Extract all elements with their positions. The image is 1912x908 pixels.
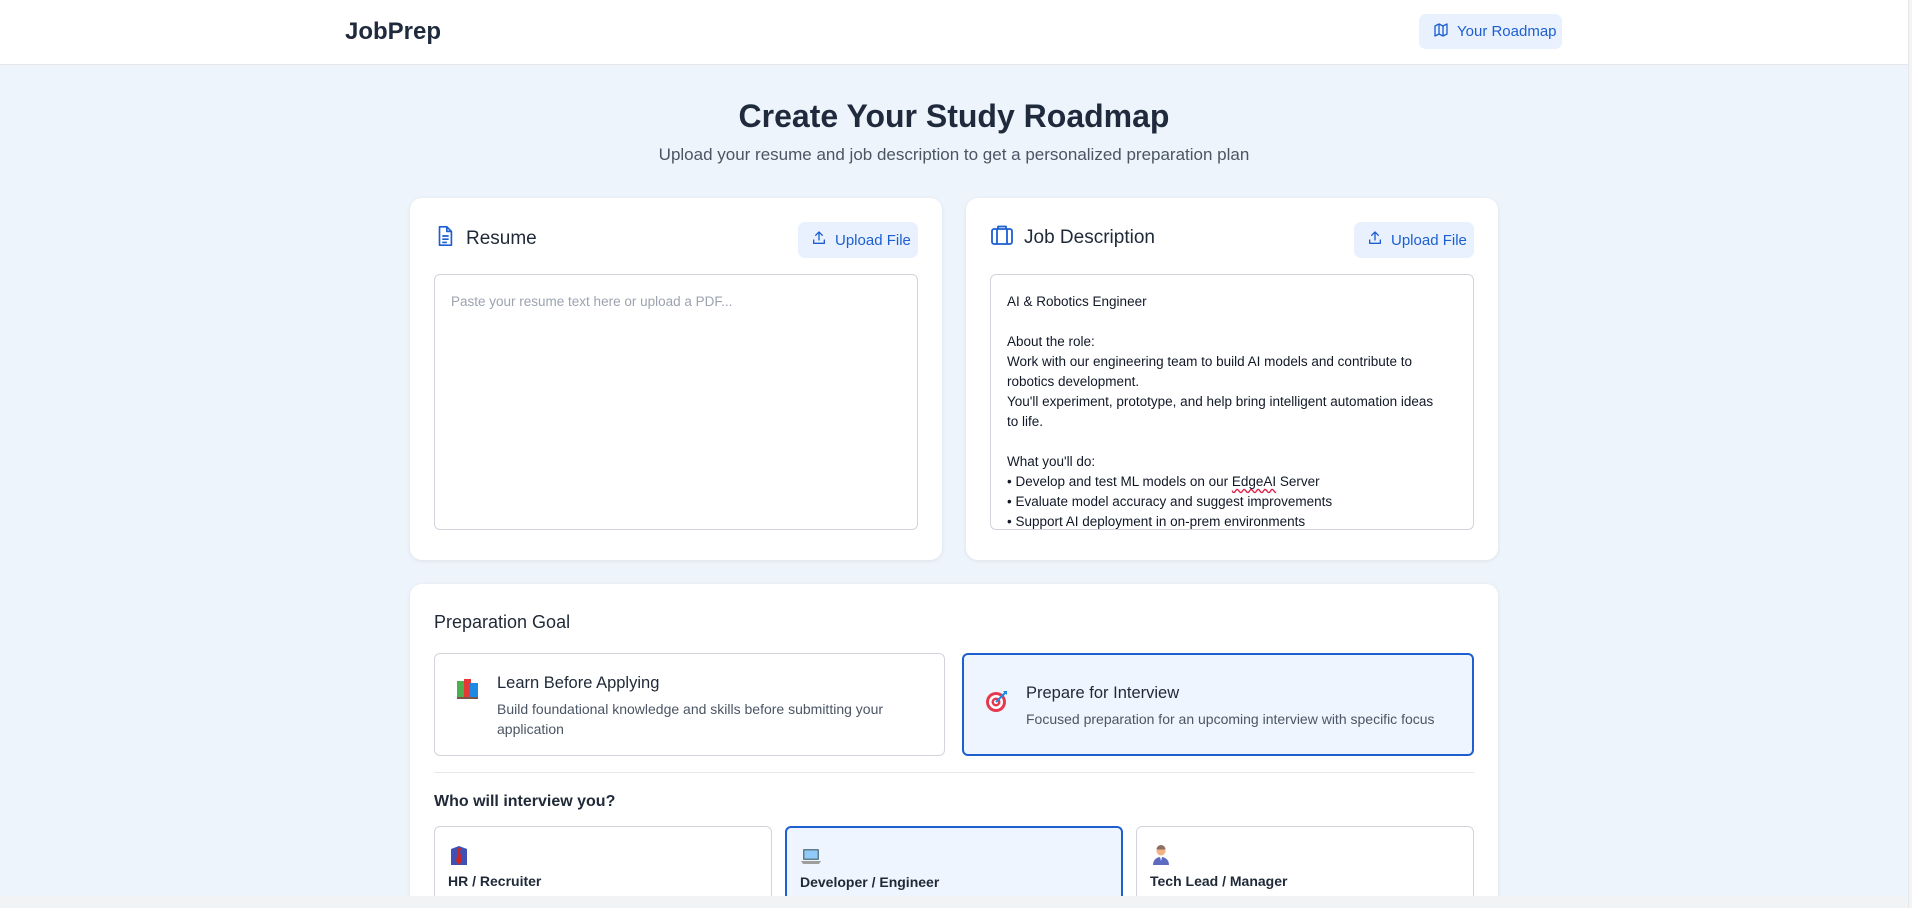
job-description-card: Job Description Upload File AI & Robotic…: [966, 198, 1498, 560]
goal-option-learn-before-applying[interactable]: Learn Before Applying Build foundational…: [434, 653, 945, 756]
resume-placeholder: Paste your resume text here or upload a …: [451, 294, 733, 309]
goal-title: Learn Before Applying: [497, 674, 660, 692]
jd-text-line: • Develop and test ML models on our Edge…: [1007, 472, 1457, 492]
goal-option-prepare-for-interview[interactable]: Prepare for Interview Focused preparatio…: [962, 653, 1474, 756]
top-navbar: JobPrep Your Roadmap: [0, 0, 1908, 65]
resume-card: Resume Upload File Paste your resume tex…: [410, 198, 942, 560]
job-description-title: Job Description: [1024, 227, 1155, 248]
jd-text-line: to life.: [1007, 414, 1044, 429]
page-subtitle: Upload your resume and job description t…: [658, 145, 1250, 164]
books-icon: [455, 676, 481, 702]
job-description-header: Job Description: [990, 224, 1155, 252]
resume-header: Resume: [434, 224, 537, 254]
page-title: Create Your Study Roadmap: [738, 98, 1170, 134]
goal-description: Build foundational knowledge and skills …: [497, 701, 884, 737]
resume-upload-button[interactable]: Upload File: [798, 222, 918, 258]
document-icon: [434, 224, 456, 254]
your-roadmap-button[interactable]: Your Roadmap: [1419, 14, 1562, 49]
interviewer-label: Developer / Engineer: [800, 874, 940, 890]
spellcheck-word: EdgeAI: [1231, 474, 1277, 489]
page-scrollbar[interactable]: [1908, 0, 1912, 908]
bottom-edge: [0, 896, 1908, 908]
target-icon: [984, 688, 1010, 714]
jd-text-line: Work with our engineering team to build …: [1007, 354, 1412, 369]
necktie-icon: [448, 844, 470, 866]
interviewer-title: Who will interview you?: [434, 793, 616, 810]
goal-description: Focused preparation for an upcoming inte…: [1026, 711, 1435, 727]
briefcase-icon: [990, 224, 1014, 252]
section-divider: [434, 772, 1474, 773]
jd-text-line: [1007, 432, 1457, 452]
interviewer-label: Tech Lead / Manager: [1150, 873, 1288, 889]
preparation-goal-title: Preparation Goal: [434, 612, 571, 632]
interviewer-option-developer-engineer[interactable]: Developer / Engineer: [785, 826, 1123, 906]
job-description-upload-button[interactable]: Upload File: [1354, 222, 1474, 258]
resume-textarea[interactable]: Paste your resume text here or upload a …: [434, 274, 918, 530]
resume-upload-label: Upload File: [835, 231, 911, 249]
jd-text-line: • Evaluate model accuracy and suggest im…: [1007, 494, 1333, 509]
upload-icon: [1367, 230, 1383, 250]
jd-text-line: AI & Robotics Engineer: [1007, 294, 1147, 309]
jd-text-line: • Support AI deployment in on-prem envir…: [1007, 514, 1306, 529]
interviewer-option-hr-recruiter[interactable]: HR / Recruiter: [434, 826, 772, 906]
jd-text-segment: • Develop and test ML models on our: [1007, 474, 1232, 489]
goal-title: Prepare for Interview: [1026, 684, 1180, 702]
jd-text-line: What you'll do:: [1007, 454, 1096, 469]
jd-text-line: You'll experiment, prototype, and help b…: [1007, 394, 1434, 409]
brand-logo[interactable]: JobPrep: [345, 18, 441, 46]
interviewer-option-tech-lead-manager[interactable]: Tech Lead / Manager: [1136, 826, 1474, 906]
your-roadmap-label: Your Roadmap: [1457, 23, 1557, 40]
jd-text-line: About the role:: [1007, 334, 1095, 349]
map-icon: [1433, 22, 1449, 42]
manager-icon: [1150, 844, 1172, 866]
job-description-textarea[interactable]: AI & Robotics Engineer About the role: W…: [990, 274, 1474, 530]
upload-icon: [811, 230, 827, 250]
jd-text-segment: Server: [1276, 474, 1320, 489]
jd-text-line: [1007, 312, 1457, 332]
resume-title: Resume: [466, 228, 537, 249]
job-description-upload-label: Upload File: [1391, 231, 1467, 249]
preparation-goal-card: Preparation Goal Learn Before Applying B…: [410, 584, 1498, 908]
jd-text-line: robotics development.: [1007, 374, 1140, 389]
laptop-icon: [800, 845, 822, 867]
interviewer-label: HR / Recruiter: [448, 873, 542, 889]
